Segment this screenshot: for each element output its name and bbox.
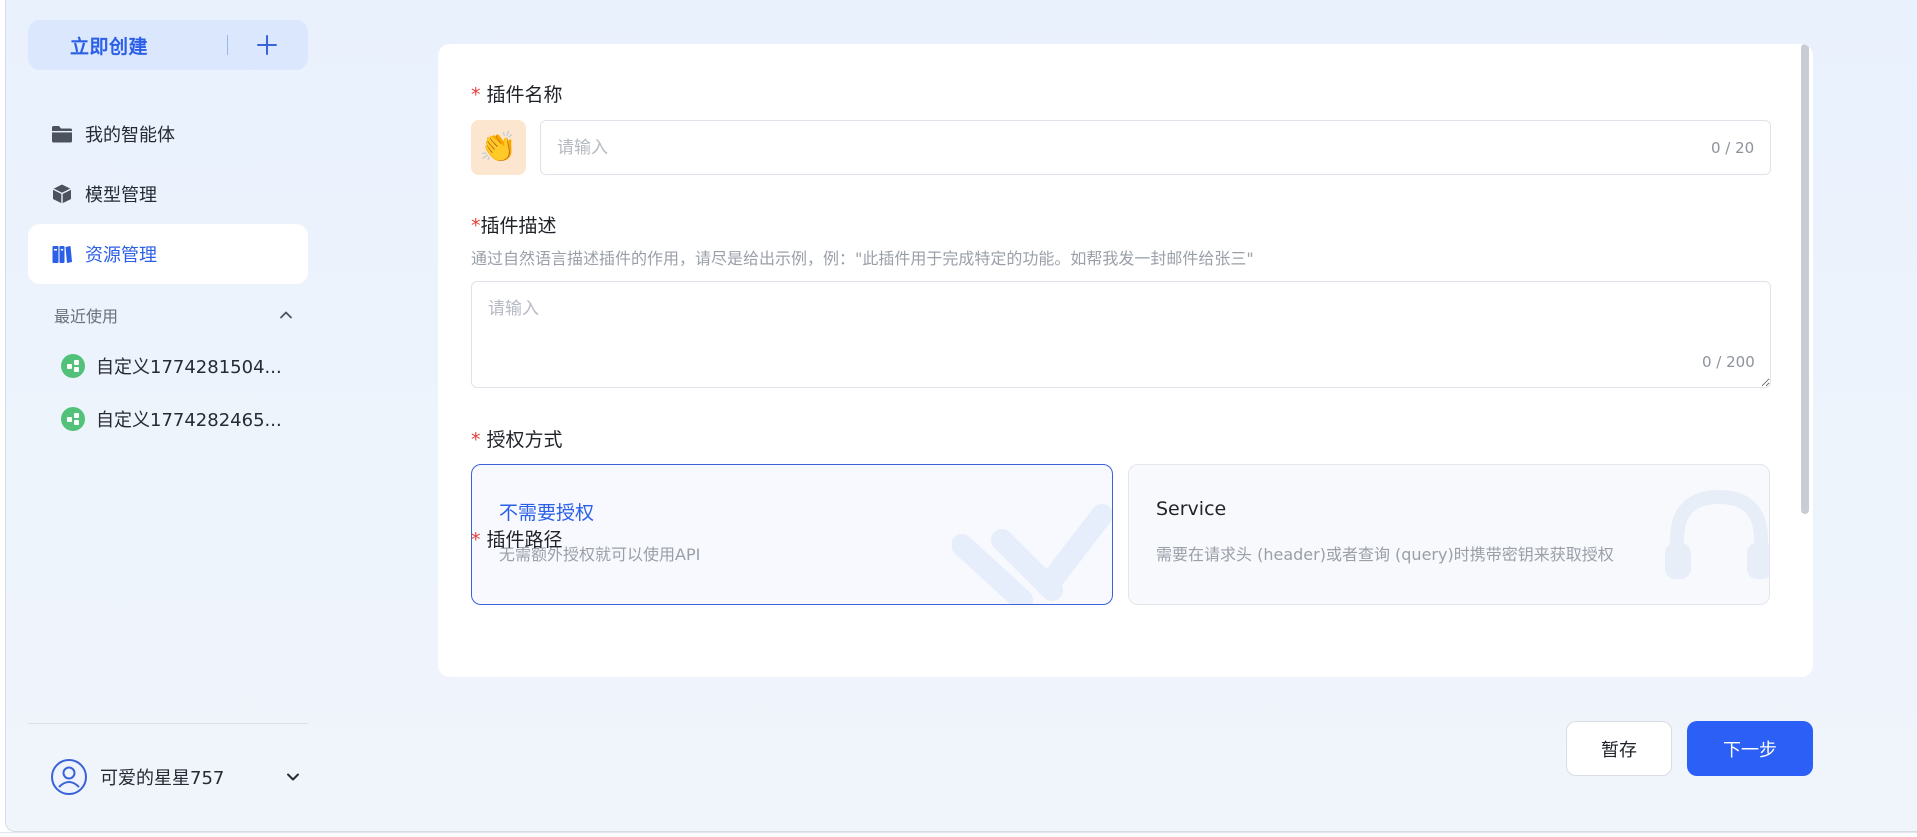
sidebar-item-resource-management[interactable]: 资源管理 (28, 224, 308, 284)
next-step-button[interactable]: 下一步 (1687, 721, 1813, 776)
no-auth-watermark-icon (952, 504, 1112, 604)
plugin-icon-picker[interactable]: 👏 (471, 120, 526, 175)
required-mark: * (471, 429, 481, 451)
app-window: 立即创建 我的智能体 模型管理 资源管理 最近使用 自定义1774281504.… (5, 0, 1917, 832)
name-char-counter: 0 / 20 (1711, 139, 1755, 157)
required-mark: * (471, 529, 481, 551)
sidebar-item-model-management[interactable]: 模型管理 (28, 164, 308, 224)
recent-section-header[interactable]: 最近使用 (54, 303, 294, 327)
folder-icon (51, 123, 73, 145)
recent-item[interactable]: 自定义1774282465... (50, 399, 300, 439)
plugin-name-label: * 插件名称 (471, 84, 563, 106)
recent-item-label: 自定义1774282465... (96, 410, 282, 431)
auth-method-label: * 授权方式 (471, 429, 563, 451)
recent-item-label: 自定义1774281504... (96, 357, 282, 378)
user-menu[interactable]: 可爱的星星757 (50, 757, 308, 797)
auth-option-title: 不需要授权 (499, 502, 595, 524)
plugin-desc-label: *插件描述 (471, 215, 557, 237)
user-name: 可爱的星星757 (100, 768, 225, 789)
create-bar: 立即创建 (28, 20, 308, 70)
auth-option-service[interactable]: Service 需要在请求头 (header)或者查询 (query)时携带密钥… (1128, 464, 1770, 605)
required-mark: * (471, 84, 481, 106)
chevron-up-icon[interactable] (278, 307, 294, 323)
workflow-icon (61, 407, 85, 431)
sidebar-item-label: 我的智能体 (85, 125, 175, 146)
recent-title: 最近使用 (54, 307, 119, 326)
create-now-button[interactable]: 立即创建 (70, 32, 148, 59)
required-mark: * (471, 215, 481, 237)
workflow-icon (61, 354, 85, 378)
auth-option-title: Service (1156, 498, 1227, 520)
avatar-icon (51, 759, 87, 795)
create-divider (227, 35, 228, 55)
clapping-hands-icon: 👏 (479, 130, 518, 165)
plugin-desc-hint: 通过自然语言描述插件的作用，请尽是给出示例，例："此插件用于完成特定的功能。如帮… (471, 249, 1254, 268)
plugin-form: *插件名称 👏 0 / 20 *插件描述 通过自然语言描述插件的作用，请尽是给出… (438, 44, 1813, 677)
bottom-strip (0, 832, 1917, 837)
save-draft-button[interactable]: 暂存 (1566, 721, 1672, 776)
cube-icon (51, 183, 73, 205)
resource-icon (51, 243, 73, 265)
headset-watermark-icon (1665, 489, 1769, 579)
form-scrollbar-thumb[interactable] (1801, 44, 1809, 514)
plugin-desc-textarea[interactable] (471, 281, 1771, 388)
auth-option-desc: 需要在请求头 (header)或者查询 (query)时携带密钥来获取授权 (1156, 545, 1614, 564)
auth-option-none[interactable]: 不需要授权 无需额外授权就可以使用API (471, 464, 1113, 605)
plugin-name-input[interactable] (540, 120, 1771, 175)
sidebar-item-my-agents[interactable]: 我的智能体 (28, 104, 308, 164)
sidebar-item-label: 资源管理 (85, 245, 157, 266)
recent-item[interactable]: 自定义1774281504... (50, 346, 300, 386)
chevron-down-icon[interactable] (284, 768, 302, 786)
plus-icon[interactable] (254, 32, 280, 58)
sidebar-item-label: 模型管理 (85, 185, 157, 206)
sidebar-divider (28, 723, 308, 724)
plugin-path-label: * 插件路径 (471, 529, 563, 551)
desc-char-counter: 0 / 200 (1702, 353, 1755, 371)
